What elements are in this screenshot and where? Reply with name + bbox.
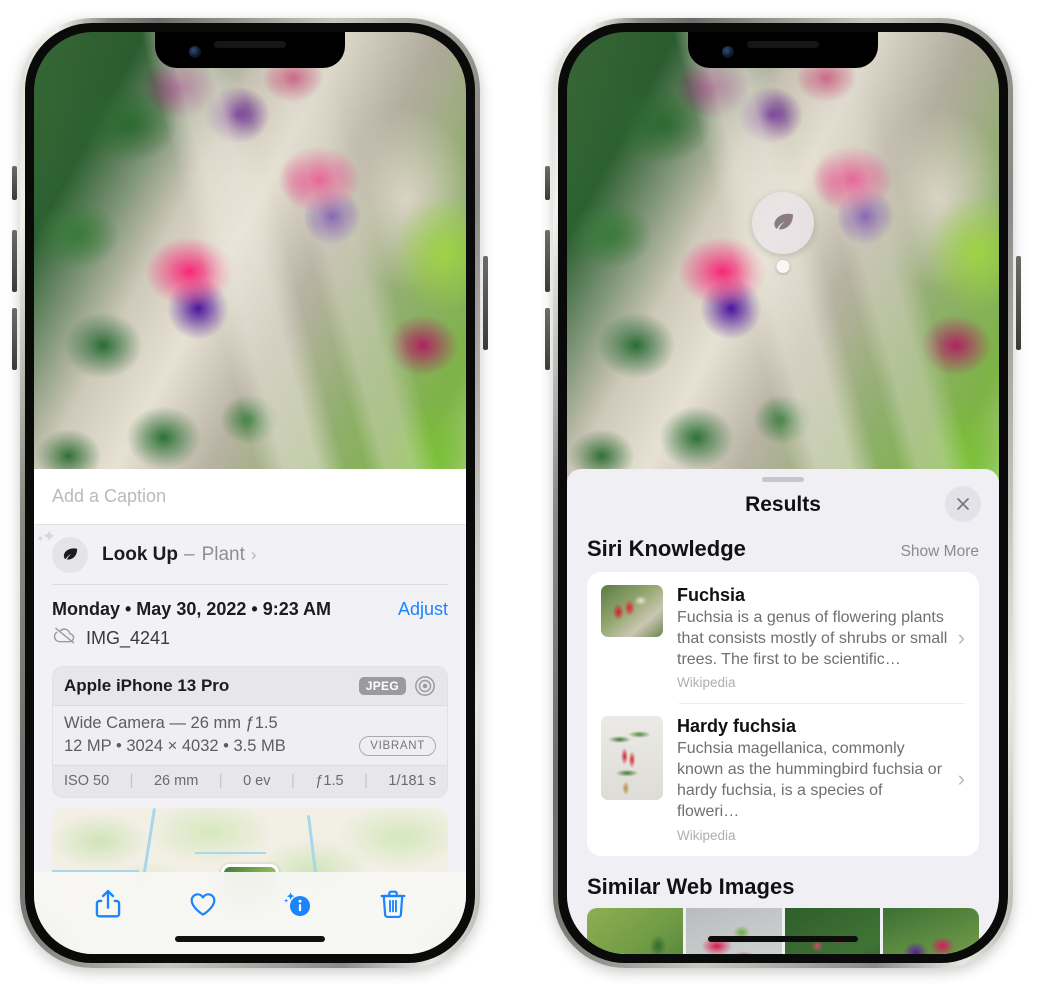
photographic-style-badge: VIBRANT: [359, 736, 436, 756]
earpiece-speaker-icon: [214, 41, 286, 48]
look-up-label: Look Up: [102, 544, 178, 565]
front-camera-icon: [189, 46, 201, 58]
results-title: Results: [745, 493, 821, 516]
exif-separator: |: [291, 773, 295, 789]
camera-specs-line: 12 MP • 3024 × 4032 • 3.5 MB: [64, 736, 286, 755]
exif-aperture: ƒ1.5: [315, 773, 344, 789]
earpiece-speaker-icon: [747, 41, 819, 48]
look-up-row[interactable]: ✦ ✦ Look Up – Plant ›: [34, 525, 466, 585]
chevron-right-icon: ›: [957, 766, 965, 792]
exif-separator: |: [218, 773, 223, 789]
caption-placeholder: Add a Caption: [52, 486, 167, 506]
knowledge-source: Wikipedia: [677, 675, 736, 691]
look-up-dash: –: [184, 544, 195, 565]
home-indicator[interactable]: [708, 936, 858, 942]
power-button[interactable]: [483, 256, 488, 350]
camera-lens-line: Wide Camera — 26 mm ƒ1.5: [64, 714, 278, 732]
silent-switch[interactable]: [545, 166, 550, 200]
exif-separator: |: [364, 773, 368, 789]
share-icon[interactable]: [93, 888, 123, 920]
look-up-subject: Plant: [201, 544, 245, 565]
camera-body: Wide Camera — 26 mm ƒ1.5 12 MP • 3024 × …: [53, 706, 447, 765]
device-notch: [155, 32, 345, 68]
knowledge-source: Wikipedia: [677, 827, 736, 843]
power-button[interactable]: [1016, 256, 1021, 350]
volume-up-button[interactable]: [545, 230, 550, 292]
close-icon: [957, 498, 969, 510]
camera-info-card: Apple iPhone 13 Pro JPEG Wide Camera — 2…: [52, 666, 448, 798]
home-indicator[interactable]: [175, 936, 325, 942]
screenshot-stage: Add a Caption ✦ ✦ Look Up – Plant › Mond…: [0, 0, 1055, 985]
photo-filename: IMG_4241: [86, 627, 171, 648]
knowledge-description: Fuchsia is a genus of flowering plants t…: [677, 609, 948, 668]
web-image-1[interactable]: [587, 907, 683, 954]
iphone-right-device: Results Siri Knowledge Show More Fuchsia…: [545, 18, 1021, 968]
knowledge-row[interactable]: Fuchsia Fuchsia is a genus of flowering …: [587, 572, 979, 703]
sparkle-small-icon: ✦: [36, 534, 45, 545]
siri-knowledge-card: Fuchsia Fuchsia is a genus of flowering …: [587, 572, 979, 856]
show-more-button[interactable]: Show More: [901, 543, 979, 561]
adjust-button[interactable]: Adjust: [398, 599, 448, 620]
exif-shutter: 1/181 s: [388, 773, 436, 789]
photo-date: Monday • May 30, 2022 • 9:23 AM: [52, 599, 332, 619]
web-image-3[interactable]: [784, 907, 881, 954]
heart-icon[interactable]: [188, 888, 218, 920]
left-screen: Add a Caption ✦ ✦ Look Up – Plant › Mond…: [34, 32, 466, 954]
knowledge-title: Hardy fuchsia: [677, 716, 797, 737]
info-sparkle-icon[interactable]: [283, 888, 313, 920]
front-camera-icon: [722, 46, 734, 58]
similar-web-images-title: Similar Web Images: [587, 873, 795, 899]
knowledge-thumbnail: [601, 585, 663, 637]
volume-down-button[interactable]: [545, 308, 550, 370]
exif-separator: |: [129, 773, 134, 789]
device-notch: [688, 32, 878, 68]
knowledge-thumbnail: [601, 716, 663, 801]
similar-web-images-strip: [587, 907, 979, 954]
device-bezel: Add a Caption ✦ ✦ Look Up – Plant › Mond…: [25, 23, 475, 963]
chevron-right-icon: ›: [250, 545, 257, 564]
exif-focal: 26 mm: [153, 773, 199, 789]
device-bezel: Results Siri Knowledge Show More Fuchsia…: [558, 23, 1008, 963]
trash-icon[interactable]: [378, 888, 408, 920]
photo-metadata-block: Monday • May 30, 2022 • 9:23 AM Adjust I…: [34, 585, 466, 658]
web-image-4[interactable]: [883, 907, 979, 954]
cloud-slash-icon: [52, 626, 78, 650]
camera-header: Apple iPhone 13 Pro JPEG: [53, 667, 447, 706]
visual-look-up-anchor-dot: [776, 260, 790, 273]
web-image-2[interactable]: [685, 907, 782, 954]
aperture-icon: [414, 675, 436, 697]
exif-row: ISO 50 | 26 mm | 0 ev | ƒ1.5 | 1/181 s: [53, 765, 447, 797]
results-header: Results: [567, 482, 999, 528]
siri-knowledge-header: Siri Knowledge Show More: [567, 528, 999, 572]
similar-web-images-header: Similar Web Images: [567, 856, 999, 908]
leaf-icon: ✦ ✦: [36, 528, 88, 573]
leaf-icon: [774, 213, 793, 230]
silent-switch[interactable]: [12, 166, 17, 200]
results-sheet: Results Siri Knowledge Show More Fuchsia…: [567, 469, 999, 954]
knowledge-title: Fuchsia: [677, 585, 746, 605]
chevron-right-icon: ›: [957, 624, 965, 650]
volume-down-button[interactable]: [12, 308, 17, 370]
camera-model: Apple iPhone 13 Pro: [64, 676, 230, 695]
exif-exposure: 0 ev: [243, 773, 271, 789]
siri-knowledge-title: Siri Knowledge: [587, 536, 746, 561]
visual-look-up-badge[interactable]: [752, 192, 814, 254]
volume-up-button[interactable]: [12, 230, 17, 292]
caption-input-row[interactable]: Add a Caption: [34, 469, 466, 525]
right-screen: Results Siri Knowledge Show More Fuchsia…: [567, 32, 999, 954]
knowledge-row[interactable]: Hardy fuchsia Fuchsia magellanica, commo…: [587, 703, 979, 855]
photo-info-sheet: Add a Caption ✦ ✦ Look Up – Plant › Mond…: [34, 469, 466, 954]
format-badge: JPEG: [358, 677, 406, 695]
iphone-left-device: Add a Caption ✦ ✦ Look Up – Plant › Mond…: [12, 18, 488, 968]
close-button[interactable]: [945, 486, 981, 522]
knowledge-description: Fuchsia magellanica, commonly known as t…: [677, 740, 943, 820]
exif-iso: ISO 50: [64, 773, 110, 789]
